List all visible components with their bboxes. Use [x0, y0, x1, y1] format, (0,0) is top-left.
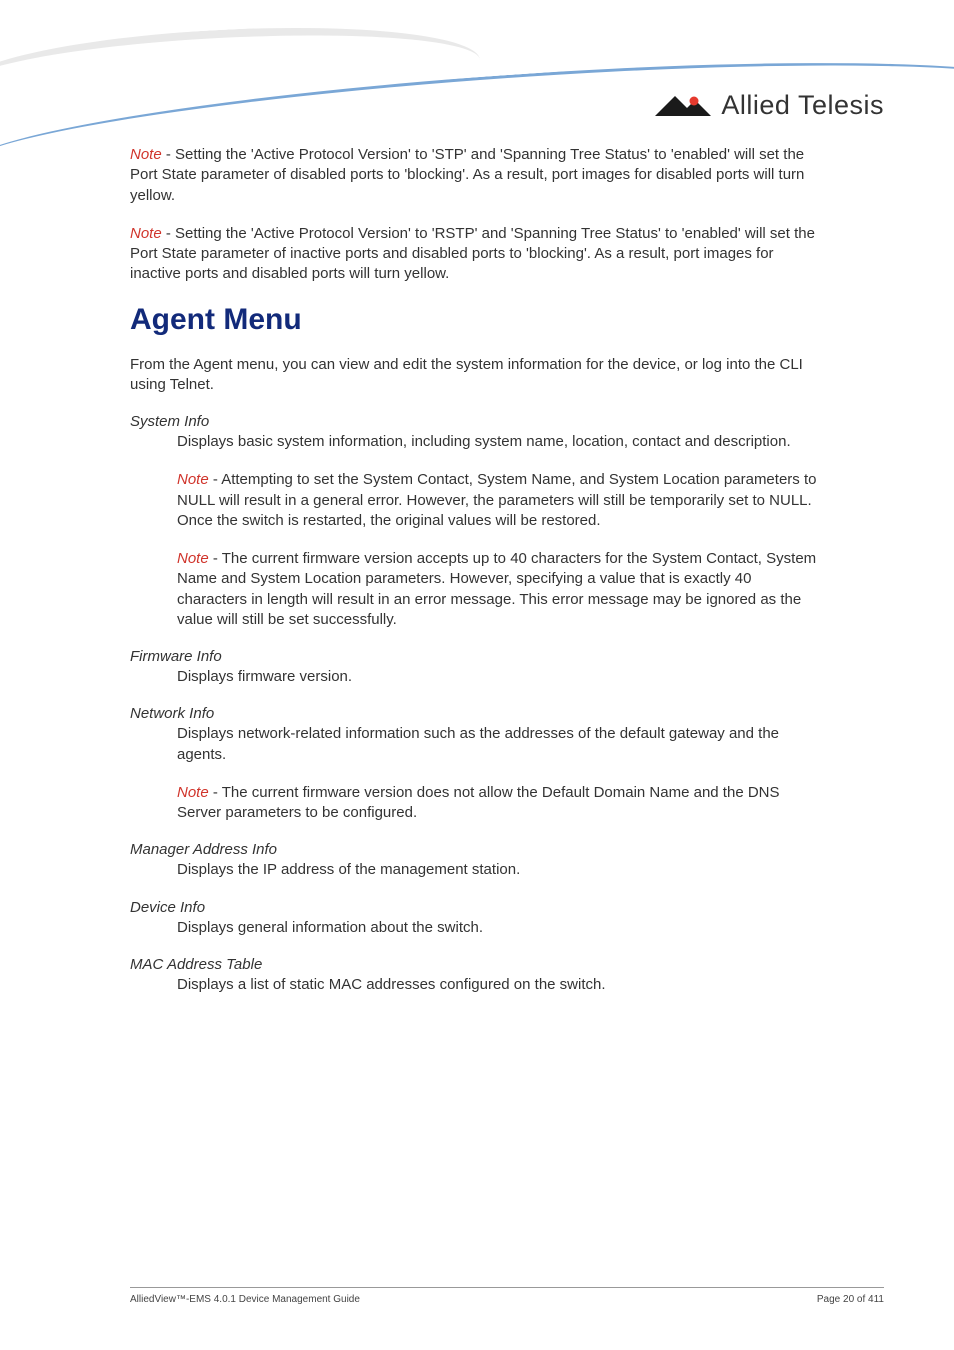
section-manager-address-info: Manager Address Info Displays the IP add… — [130, 841, 820, 880]
brand-logo: Allied Telesis — [655, 90, 884, 121]
heading-agent-menu: Agent Menu — [130, 303, 820, 337]
section-desc: Displays firmware version. — [177, 667, 820, 687]
note-label: Note — [177, 784, 209, 801]
intro-paragraph: From the Agent menu, you can view and ed… — [130, 355, 820, 396]
section-title: Device Info — [130, 899, 820, 916]
section-desc: Displays general information about the s… — [177, 918, 820, 938]
section-network-info: Network Info Displays network-related in… — [130, 705, 820, 823]
brand-name: Allied Telesis — [721, 90, 884, 121]
section-note-1: Note - The current firmware version does… — [177, 783, 820, 824]
section-firmware-info: Firmware Info Displays firmware version. — [130, 648, 820, 687]
note-text: - Attempting to set the System Contact, … — [177, 471, 816, 529]
section-title: Firmware Info — [130, 648, 820, 665]
note-text: - Setting the 'Active Protocol Version' … — [130, 146, 804, 204]
section-desc: Displays network-related information suc… — [177, 724, 820, 765]
footer-right: Page 20 of 411 — [817, 1294, 884, 1305]
section-mac-address-table: MAC Address Table Displays a list of sta… — [130, 956, 820, 995]
section-desc: Displays basic system information, inclu… — [177, 432, 820, 452]
footer-left: AlliedView™-EMS 4.0.1 Device Management … — [130, 1294, 360, 1305]
section-device-info: Device Info Displays general information… — [130, 899, 820, 938]
allied-telesis-mark-icon — [655, 92, 711, 120]
note-label: Note — [177, 471, 209, 488]
section-title: MAC Address Table — [130, 956, 820, 973]
note-label: Note — [130, 225, 162, 242]
note-text: - The current firmware version accepts u… — [177, 550, 816, 628]
section-title: System Info — [130, 413, 820, 430]
section-desc: Displays a list of static MAC addresses … — [177, 975, 820, 995]
section-note-2: Note - The current firmware version acce… — [177, 549, 820, 630]
section-title: Network Info — [130, 705, 820, 722]
note-text: - The current firmware version does not … — [177, 784, 780, 821]
note-label: Note — [177, 550, 209, 567]
note-stp: Note - Setting the 'Active Protocol Vers… — [130, 145, 820, 206]
section-desc: Displays the IP address of the managemen… — [177, 860, 820, 880]
section-title: Manager Address Info — [130, 841, 820, 858]
section-system-info: System Info Displays basic system inform… — [130, 413, 820, 630]
page-footer: AlliedView™-EMS 4.0.1 Device Management … — [130, 1287, 884, 1305]
note-rstp: Note - Setting the 'Active Protocol Vers… — [130, 224, 820, 285]
section-note-1: Note - Attempting to set the System Cont… — [177, 470, 820, 531]
page-header: Allied Telesis — [0, 0, 954, 160]
page-content: Note - Setting the 'Active Protocol Vers… — [130, 145, 820, 1013]
note-text: - Setting the 'Active Protocol Version' … — [130, 225, 815, 283]
note-label: Note — [130, 146, 162, 163]
